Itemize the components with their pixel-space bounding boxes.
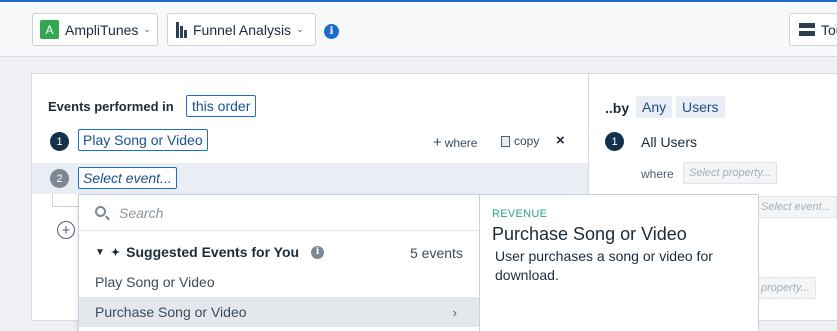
search-input[interactable] (119, 203, 459, 223)
property-selector[interactable]: property... (755, 277, 816, 299)
chevron-right-icon: › (452, 304, 457, 320)
where-label: where (444, 135, 478, 150)
event-option-label: Purchase Song or Video (95, 304, 247, 320)
sparkle-icon: ✦ (110, 246, 121, 259)
by-label: ..by (605, 100, 630, 116)
event-option-label: Play Song or Video (95, 274, 215, 290)
event-selector[interactable]: Select event... (755, 196, 837, 218)
top-bar: A AmpliTunes ⌄ Funnel Analysis ⌄ i Tou (0, 0, 837, 57)
signpost-icon (799, 22, 815, 37)
where-label: where (641, 167, 674, 181)
tour-label: Tou (821, 21, 837, 38)
chevron-down-icon: ⌄ (296, 24, 304, 34)
info-icon[interactable]: i (324, 24, 339, 39)
add-step-icon[interactable]: + (57, 221, 75, 239)
step-event-selector[interactable]: Play Song or Video (78, 129, 208, 151)
plus-icon: + (433, 134, 442, 151)
event-detail-title: Purchase Song or Video (492, 224, 687, 244)
app-name: AmpliTunes (65, 21, 139, 38)
event-option-highlighted[interactable]: Purchase Song or Video › (79, 297, 479, 327)
suggested-label: Suggested Events for You (126, 244, 300, 260)
segment-number: 1 (605, 132, 624, 151)
chevron-down-icon: ▼ (95, 246, 105, 258)
segment-name[interactable]: All Users (641, 134, 697, 150)
app-selector[interactable]: A AmpliTunes ⌄ (32, 13, 158, 46)
app-badge: A (40, 20, 59, 39)
step-number: 1 (50, 132, 69, 151)
add-where-button[interactable]: + where (433, 134, 477, 151)
property-selector[interactable]: Select property... (683, 162, 778, 184)
any-selector[interactable]: Any (636, 96, 673, 118)
copy-step-button[interactable]: copy (501, 134, 539, 148)
step-event-selector[interactable]: Select event... (78, 167, 177, 189)
step-row-active: 2 Select event... (32, 163, 588, 194)
order-selector[interactable]: this order (186, 95, 257, 117)
copy-label: copy (514, 134, 540, 148)
step-number: 2 (50, 169, 69, 188)
suggested-count: 5 events (410, 245, 463, 261)
connector-line (52, 194, 53, 206)
analysis-name: Funnel Analysis (193, 21, 292, 38)
event-dropdown: ▼ ✦ Suggested Events for You i 5 events … (78, 194, 480, 331)
analysis-type-selector[interactable]: Funnel Analysis ⌄ (167, 13, 316, 46)
search-icon (95, 206, 106, 217)
event-option[interactable]: Play Song or Video (79, 267, 479, 297)
event-category: REVENUE (492, 208, 548, 220)
remove-step-button[interactable]: × (556, 132, 565, 149)
copy-icon (501, 135, 510, 147)
connector-line (52, 206, 78, 207)
tour-button[interactable]: Tou (789, 13, 837, 46)
events-performed-label: Events performed in (48, 99, 174, 114)
funnel-chart-icon (176, 21, 187, 38)
chevron-down-icon: ⌄ (143, 24, 151, 34)
event-detail-description: User purchases a song or video for downl… (495, 248, 713, 283)
event-detail-panel: REVENUE Purchase Song or Video User purc… (480, 194, 759, 331)
search-row (79, 195, 479, 231)
help-icon[interactable]: i (311, 245, 325, 259)
users-selector[interactable]: Users (676, 96, 725, 118)
